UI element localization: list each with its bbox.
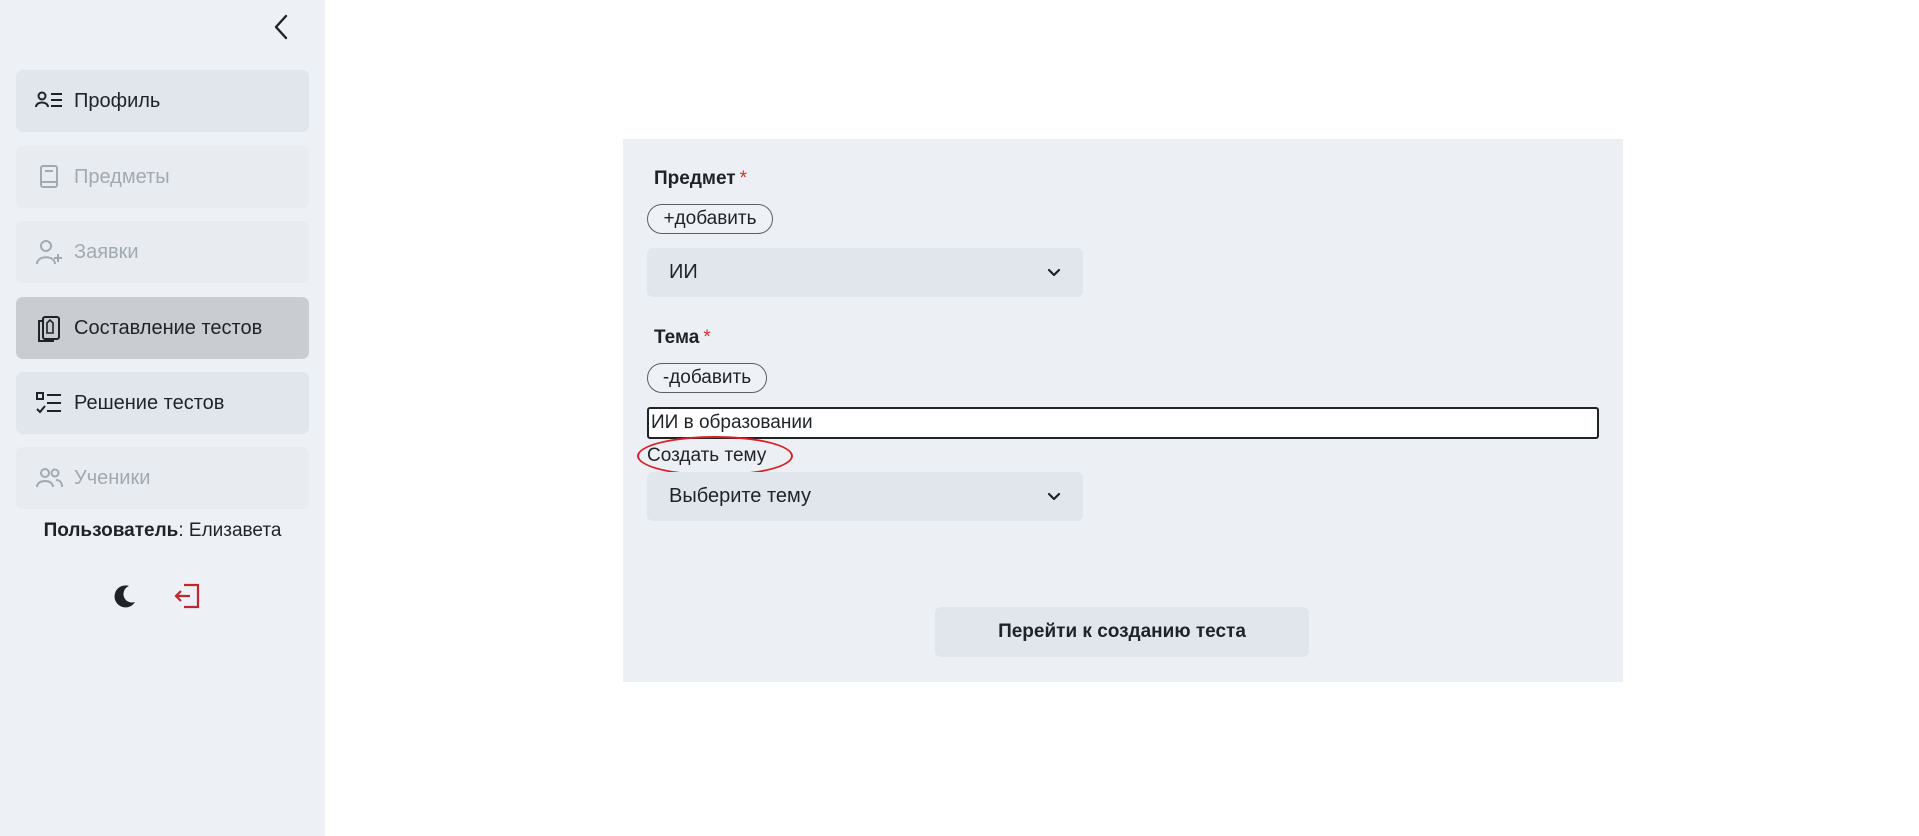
- logout-button[interactable]: [174, 582, 202, 610]
- required-mark: *: [703, 327, 711, 348]
- create-topic-button[interactable]: Создать тему: [637, 436, 793, 476]
- user-name: Елизавета: [188, 520, 282, 541]
- sidebar-item-label: Составление тестов: [74, 316, 263, 339]
- sidebar-item-subjects[interactable]: Предметы: [16, 146, 309, 208]
- new-topic-input[interactable]: [647, 407, 1599, 439]
- collapse-sidebar-button[interactable]: [268, 12, 294, 42]
- user-separator: :: [178, 520, 189, 541]
- user-label: Пользователь: [43, 520, 179, 541]
- checklist-icon: [34, 388, 64, 418]
- sidebar-item-requests[interactable]: Заявки: [16, 221, 309, 283]
- remove-topic-add-button[interactable]: -добавить: [647, 363, 767, 393]
- topic-select[interactable]: Выберите тему: [647, 472, 1083, 521]
- topic-select-value: Выберите тему: [669, 485, 812, 507]
- theme-toggle-button[interactable]: [112, 583, 138, 609]
- subject-select[interactable]: ИИ: [647, 248, 1083, 297]
- topic-label: Тема *: [654, 327, 711, 349]
- test-setup-form: Предмет* +добавить ИИ Тема* -добавить Со…: [623, 139, 1623, 682]
- create-topic-label: Создать тему: [647, 445, 767, 466]
- subject-label: Предмет *: [654, 168, 747, 190]
- chevron-down-icon: [1047, 268, 1061, 276]
- chevron-down-icon: [1047, 492, 1061, 500]
- user-add-icon: [34, 237, 64, 267]
- book-icon: [34, 162, 64, 192]
- subject-label-text: Предмет: [654, 168, 736, 189]
- subject-select-value: ИИ: [669, 261, 698, 283]
- sidebar-item-profile[interactable]: Профиль: [16, 70, 309, 132]
- sidebar-item-test-creation[interactable]: Составление тестов: [16, 297, 309, 359]
- add-subject-button[interactable]: +добавить: [647, 204, 773, 234]
- copy-pencil-icon: [34, 313, 64, 343]
- users-icon: [34, 463, 64, 493]
- moon-icon: [114, 585, 135, 608]
- sidebar-item-label: Предметы: [74, 165, 170, 188]
- current-user: Пользователь: Елизавета: [0, 520, 325, 542]
- topic-label-text: Тема: [654, 327, 700, 348]
- sidebar-item-label: Профиль: [74, 89, 161, 112]
- sidebar-item-label: Заявки: [74, 240, 139, 263]
- logout-icon: [174, 583, 200, 609]
- go-to-test-creation-button[interactable]: Перейти к созданию теста: [935, 607, 1309, 657]
- sidebar-item-test-solving[interactable]: Решение тестов: [16, 372, 309, 434]
- required-mark: *: [739, 168, 747, 189]
- sidebar: Профиль Предметы Заявки Составление тест…: [0, 0, 325, 836]
- chevron-left-icon: [274, 14, 288, 40]
- profile-list-icon: [34, 86, 64, 116]
- sidebar-item-label: Решение тестов: [74, 391, 225, 414]
- sidebar-actions: [112, 582, 202, 610]
- sidebar-item-label: Ученики: [74, 466, 151, 489]
- sidebar-item-students[interactable]: Ученики: [16, 447, 309, 509]
